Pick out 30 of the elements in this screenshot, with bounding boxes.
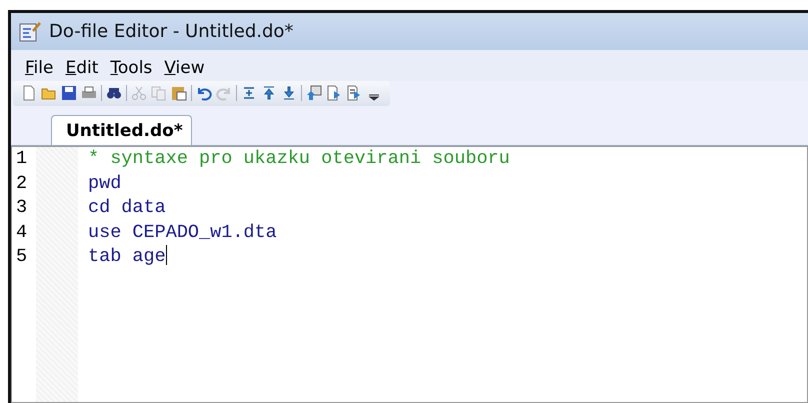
arrow-down-icon[interactable]: [281, 85, 297, 101]
code-line: tab age: [88, 246, 166, 267]
line-number: 1: [16, 147, 28, 171]
arrow-up-icon[interactable]: [261, 85, 277, 101]
page-lines-arrow-icon[interactable]: [346, 85, 362, 101]
menu-item[interactable]: View: [164, 58, 205, 78]
editor-app-icon: [19, 20, 41, 42]
document-icon[interactable]: [21, 85, 37, 101]
clipboard-icon[interactable]: [171, 85, 187, 101]
line-number: 5: [16, 245, 28, 269]
menu-item[interactable]: File: [25, 58, 54, 78]
line-number: 3: [16, 196, 28, 220]
printer-icon[interactable]: [81, 85, 97, 101]
code-line: cd data: [88, 197, 166, 218]
line-number: 2: [16, 172, 28, 196]
code-line: pwd: [88, 172, 122, 194]
code-line: use CEPADO_w1.dta: [88, 222, 277, 242]
save-icon[interactable]: [61, 85, 77, 101]
window-title: Do-file Editor - Untitled.do*: [49, 21, 294, 42]
undo-icon[interactable]: [196, 85, 212, 101]
code-comment: * syntaxe pro ukazku otevirani souboru: [88, 148, 510, 169]
file-tab[interactable]: Untitled.do*: [51, 115, 192, 145]
menu-item[interactable]: Tools: [110, 58, 152, 78]
binoculars-icon[interactable]: [106, 85, 122, 101]
page-arrow-icon[interactable]: [326, 85, 342, 101]
insert-line-icon[interactable]: [241, 85, 257, 101]
code-editor[interactable]: 1 2 3 4 5 * syntaxe pro ukazku otevirani souboru pwd cd data use CEPADO_w1.dta tab age: [11, 146, 808, 403]
menu-item[interactable]: Edit: [65, 58, 98, 78]
line-number: 4: [16, 220, 28, 244]
window-arrow-icon[interactable]: [306, 85, 322, 101]
